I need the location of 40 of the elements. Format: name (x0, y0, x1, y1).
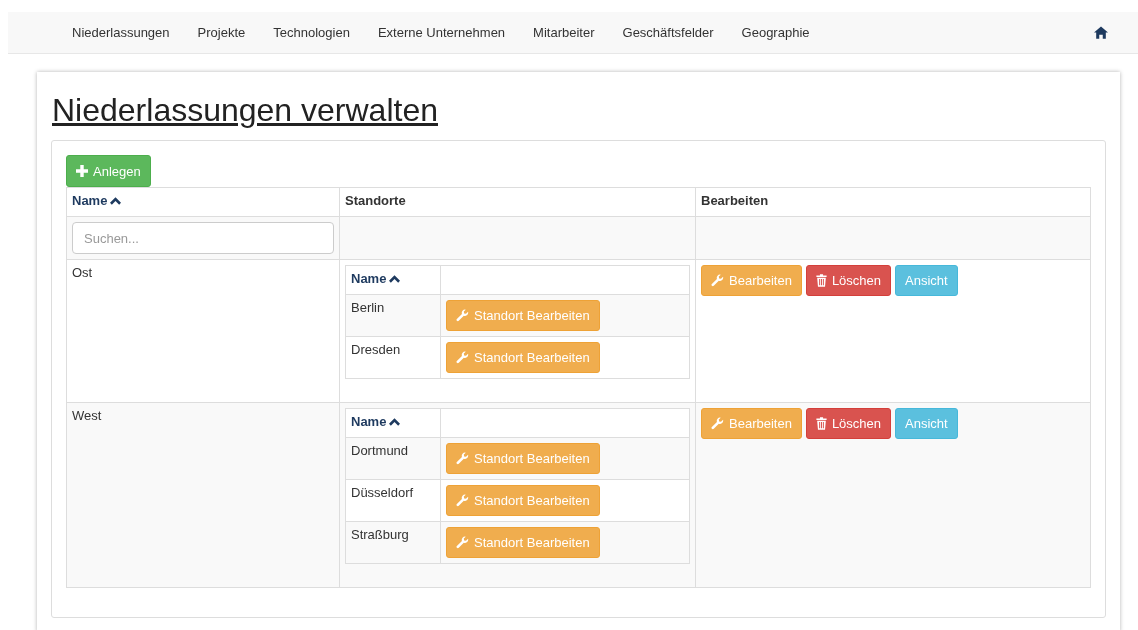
wrench-icon (456, 494, 469, 507)
wrench-icon (711, 274, 724, 287)
table-cell: Dortmund (345, 437, 441, 480)
page-title: Niederlassungen verwalten (52, 91, 438, 130)
table-cell: Dresden (345, 336, 441, 379)
home-icon[interactable] (1094, 26, 1108, 39)
wrench-icon (711, 417, 724, 430)
delete-button[interactable]: Löschen (805, 265, 892, 296)
table-cell: Düsseldorf (345, 479, 441, 522)
search-field[interactable]: Suchen... (72, 222, 334, 254)
sort-up-icon (110, 196, 122, 205)
nav-link[interactable]: Projekte (183, 25, 260, 40)
trash-icon (815, 417, 827, 430)
nav-link[interactable]: Mitarbeiter (519, 25, 609, 40)
column-header[interactable]: Name (345, 408, 441, 438)
wrench-icon (456, 309, 469, 322)
table-cell: Berlin (345, 294, 441, 337)
delete-button[interactable]: Löschen (805, 408, 892, 439)
table-cell: West (66, 402, 340, 588)
table-cell: Ost (66, 259, 340, 403)
view-button[interactable]: Ansicht (895, 408, 958, 439)
create-button[interactable]: Anlegen (66, 155, 151, 187)
wrench-icon (456, 452, 469, 465)
column-header[interactable]: Name (66, 187, 340, 217)
nav-link[interactable]: Geographie (727, 25, 824, 40)
trash-icon (815, 274, 827, 287)
nav-link[interactable]: Niederlassungen (58, 25, 184, 40)
sort-up-icon (389, 274, 401, 283)
nav-link[interactable]: Geschäftsfelder (608, 25, 728, 40)
wrench-icon (456, 351, 469, 364)
view-button[interactable]: Ansicht (895, 265, 958, 296)
column-header: Bearbeiten (695, 187, 1091, 217)
plus-icon (76, 165, 88, 177)
sort-up-icon (389, 417, 401, 426)
nav-link[interactable]: Externe Unternehmen (363, 25, 520, 40)
column-header[interactable]: Name (345, 265, 441, 295)
wrench-icon (456, 536, 469, 549)
nav-link[interactable]: Technologien (259, 25, 364, 40)
table-cell: Straßburg (345, 521, 441, 564)
column-header: Standorte (339, 187, 696, 217)
